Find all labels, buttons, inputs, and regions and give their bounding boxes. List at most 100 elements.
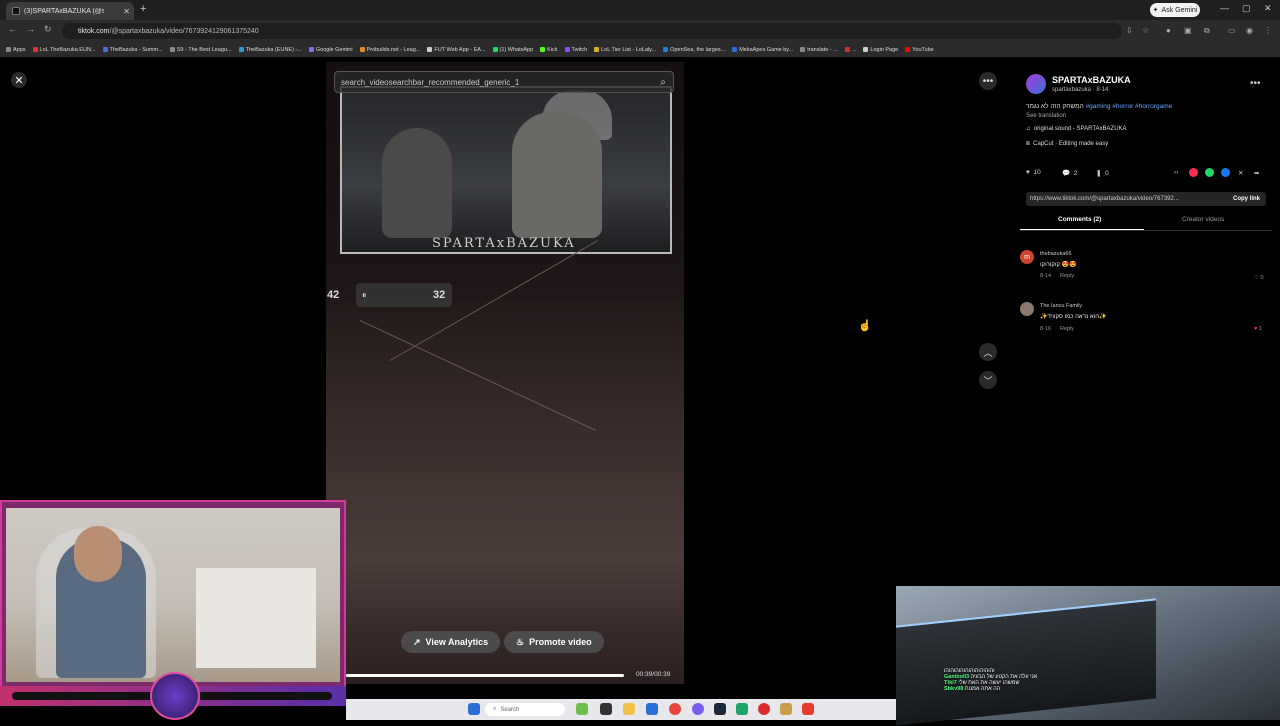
bookmark-label: LoL Tier List - LoLaly... — [601, 46, 657, 53]
comment-button[interactable]: 💬 2 — [1062, 169, 1077, 177]
comment-reply-button[interactable]: Reply — [1060, 273, 1074, 279]
comment-user[interactable]: thebazuka66 — [1040, 251, 1072, 257]
tab-creator-videos[interactable]: Creator videos — [1182, 216, 1224, 223]
bookmark-item[interactable]: S9 - The Best Leagu... — [169, 46, 232, 53]
more-options-button[interactable]: ••• — [979, 72, 997, 90]
bookmark-star-icon[interactable]: ☆ — [1142, 26, 1149, 35]
forward-icon[interactable]: → — [26, 24, 35, 34]
bookmark-item[interactable]: OpenSea, the larges... — [663, 47, 725, 53]
taskbar-search[interactable]: ⌕ Search — [485, 703, 565, 716]
store-icon[interactable] — [646, 703, 658, 715]
bookmark-favicon-icon — [308, 47, 314, 52]
comment-like-button[interactable]: ♥ 1 — [1254, 326, 1262, 332]
url-input[interactable]: tiktok.com/@spartaxbazuka/video/76739241… — [62, 23, 1122, 39]
cast-icon[interactable]: ▭ — [1228, 26, 1236, 35]
tiktok-favicon-icon — [12, 7, 20, 15]
share-x-icon[interactable]: ✕ — [1238, 169, 1243, 177]
widgets-icon[interactable] — [576, 703, 588, 715]
bookmark-item[interactable]: (1) WhatsApp — [492, 47, 533, 53]
sound-link[interactable]: ♫ original sound - SPARTAxBAZUKA — [1026, 126, 1127, 132]
bookmark-label: S9 - The Best Leagu... — [176, 46, 232, 53]
bookmark-label: Google Gemini — [315, 46, 353, 53]
share-facebook-icon[interactable] — [1221, 168, 1230, 177]
discord-icon[interactable] — [692, 703, 704, 715]
promote-video-button[interactable]: ♨ Promote video — [504, 631, 604, 653]
league-icon[interactable] — [780, 703, 792, 715]
steam-icon[interactable] — [714, 703, 726, 715]
next-video-button[interactable]: ﹀ — [979, 371, 997, 389]
author-name[interactable]: SPARTAxBAZUKA — [1052, 75, 1131, 85]
save-button[interactable]: ❚ 0 — [1096, 169, 1109, 177]
profile-icon[interactable]: ◉ — [1246, 26, 1253, 35]
sound-label: original sound - SPARTAxBAZUKA — [1033, 126, 1127, 132]
reload-icon[interactable]: ↻ — [44, 24, 52, 35]
bookmark-item[interactable]: Kick — [540, 47, 558, 53]
extension-red-icon[interactable]: ● — [1166, 26, 1171, 35]
comment-reply-button[interactable]: Reply — [1060, 326, 1074, 332]
bookmark-item[interactable]: MekaApes Game by... — [732, 47, 793, 53]
bookmark-favicon-icon — [32, 47, 38, 52]
bookmark-item[interactable]: LoL Tier List - LoLaly... — [594, 47, 656, 53]
bookmark-item[interactable]: Apps — [6, 47, 26, 53]
comment-like-button[interactable]: ♡ 0 — [1254, 275, 1264, 281]
close-window-icon[interactable]: ✕ — [1264, 3, 1272, 14]
share-tiktok-icon[interactable] — [1189, 168, 1198, 177]
copy-link-button[interactable]: Copy link — [1233, 196, 1260, 202]
bookmark-item[interactable]: Login Page — [863, 47, 898, 53]
windows-start-icon[interactable] — [468, 703, 480, 715]
minimize-icon[interactable]: — — [1220, 3, 1229, 13]
commenter-avatar[interactable]: m — [1020, 250, 1034, 264]
close-tab-icon[interactable]: ✕ — [123, 7, 130, 16]
video-search-bar[interactable]: search_videosearchbar_recommended_generi… — [334, 71, 674, 93]
extensions-puzzle-icon[interactable]: ⧉ — [1204, 26, 1210, 36]
bookmark-item[interactable]: LoL TheBazuka EUN... — [32, 47, 96, 53]
like-button[interactable]: ♥ 10 — [1026, 169, 1041, 176]
panel-more-icon[interactable]: ••• — [1250, 78, 1261, 89]
view-analytics-button[interactable]: ↗ View Analytics — [401, 631, 501, 653]
channel-logo-badge — [150, 672, 200, 720]
obs-icon[interactable] — [758, 703, 770, 715]
extension-icon[interactable]: ▣ — [1184, 26, 1192, 35]
commenter-avatar[interactable] — [1020, 302, 1034, 316]
lightning-app-icon[interactable] — [802, 703, 814, 715]
app-icon[interactable] — [736, 703, 748, 715]
search-icon[interactable]: ⌕ — [660, 77, 666, 88]
browser-tab-active[interactable]: (3)SPARTAxBAZUKA (@spa... ✕ — [6, 2, 134, 20]
task-view-icon[interactable] — [600, 703, 612, 715]
bookmark-item[interactable]: FUT Web App - EA... — [427, 47, 486, 53]
capcut-link[interactable]: ⧈ CapCut · Editing made easy — [1026, 141, 1108, 148]
install-icon[interactable]: ⇩ — [1126, 26, 1133, 35]
bookmark-favicon-icon — [238, 47, 244, 52]
file-explorer-icon[interactable] — [623, 703, 635, 715]
bookmark-item[interactable]: YouTube — [905, 47, 934, 53]
share-whatsapp-icon[interactable] — [1205, 168, 1214, 177]
video-progress-bar[interactable] — [346, 674, 624, 677]
bookmark-item[interactable]: translate - ... — [800, 47, 838, 53]
new-tab-button[interactable]: + — [140, 3, 146, 15]
bookmark-item[interactable]: TheBazuka - Summ... — [102, 47, 163, 53]
bookmark-item[interactable]: Probuilds.net - Leag... — [359, 47, 420, 53]
back-icon[interactable]: ← — [8, 24, 17, 34]
bookmark-item[interactable]: Google Gemini — [308, 46, 353, 53]
previous-video-button[interactable]: ︿ — [979, 343, 997, 361]
bookmark-item[interactable]: TheBazuka (EUNE) -... — [238, 47, 302, 53]
maximize-icon[interactable]: ▢ — [1242, 3, 1251, 14]
ask-gemini-button[interactable]: ✦ Ask Gemini — [1150, 3, 1200, 17]
close-video-button[interactable]: ✕ — [11, 72, 27, 88]
url-path: /@spartaxbazuka/video/767392412906137524… — [109, 27, 259, 35]
bookmark-label: Login Page — [870, 46, 899, 53]
capcut-icon: ⧈ — [1026, 141, 1030, 147]
bookmark-item[interactable]: ... — [844, 46, 857, 53]
bookmark-item[interactable]: Twitch — [564, 47, 587, 53]
embed-icon[interactable]: ‹› — [1174, 169, 1178, 176]
share-arrow-icon[interactable]: ➦ — [1254, 169, 1259, 177]
author-avatar[interactable] — [1026, 74, 1046, 94]
see-translation-link[interactable]: See translation — [1026, 113, 1066, 119]
comment-user[interactable]: The Iancu Family — [1040, 303, 1082, 309]
tab-comments[interactable]: Comments (2) — [1058, 216, 1101, 223]
bookmark-label: ... — [851, 46, 857, 53]
menu-dots-icon[interactable]: ⋮ — [1264, 26, 1272, 35]
chrome-icon[interactable] — [669, 703, 681, 715]
video-link-text[interactable]: https://www.tiktok.com/@spartaxbazuka/vi… — [1030, 196, 1179, 202]
description-tags[interactable]: #gaming #horror #horrorgame — [1086, 103, 1173, 110]
